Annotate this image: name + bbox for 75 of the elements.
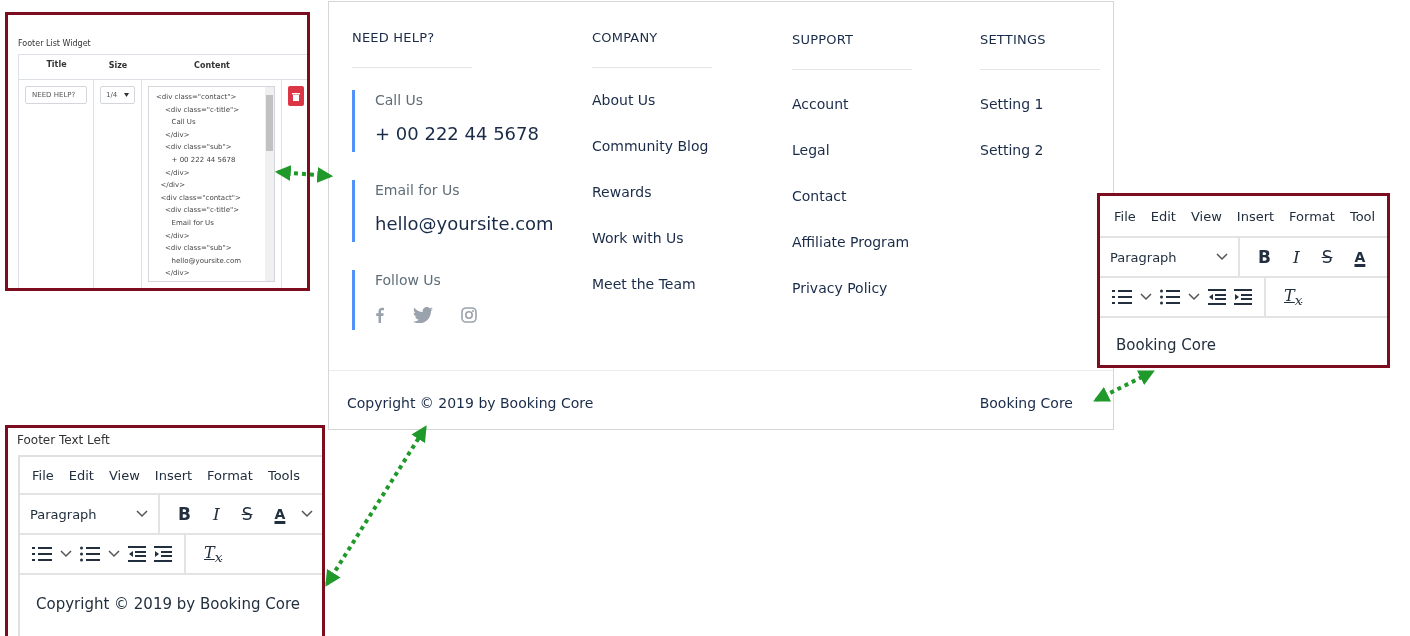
panel-title: Footer List Widget xyxy=(18,39,92,48)
menu-item[interactable]: View xyxy=(1190,208,1222,224)
block-format-dropdown[interactable]: Paragraph xyxy=(1110,249,1228,265)
chevron-icon[interactable] xyxy=(301,510,314,518)
field-label: Footer Text Left xyxy=(17,433,111,447)
chevron-icon[interactable] xyxy=(1188,293,1200,301)
outdent-icon[interactable] xyxy=(128,546,146,562)
menu-item[interactable]: Insert xyxy=(1236,208,1275,224)
menu-item[interactable]: Format xyxy=(207,467,253,483)
format-button[interactable]: A xyxy=(1348,249,1372,265)
column-heading: NEED HELP? xyxy=(352,30,436,47)
menu-item[interactable]: File xyxy=(1114,208,1136,224)
menu-item[interactable]: Edit xyxy=(1150,208,1176,224)
menu-item[interactable]: Tool xyxy=(1349,208,1376,224)
indent-icon[interactable] xyxy=(154,546,172,562)
format-button[interactable]: B xyxy=(172,504,197,524)
column-header: Size xyxy=(107,60,129,72)
footer-link[interactable]: About Us xyxy=(592,90,792,110)
clear-formatting-button[interactable]: T$_{x}$ xyxy=(198,542,229,566)
bird-icon[interactable] xyxy=(413,307,433,323)
editor-content[interactable]: Booking Core xyxy=(1100,318,1387,365)
format-button[interactable]: I xyxy=(1286,247,1306,267)
footer-link[interactable]: Account xyxy=(792,94,980,114)
bullet-list-icon[interactable] xyxy=(80,546,100,562)
block-format-dropdown[interactable]: Paragraph xyxy=(30,506,148,522)
menu-item[interactable]: Edit xyxy=(68,467,94,483)
delete-button[interactable] xyxy=(288,86,304,106)
dropdown-arrow-icon xyxy=(123,93,129,98)
footer-link[interactable]: Setting 1 xyxy=(980,94,1100,114)
column-heading: COMPANY xyxy=(592,30,659,47)
format-button[interactable]: B xyxy=(1252,247,1277,267)
footer-link[interactable]: Privacy Policy xyxy=(792,278,980,298)
indent-icon[interactable] xyxy=(1234,289,1252,305)
footer-link[interactable]: Meet the Team xyxy=(592,274,792,294)
connector-arrow xyxy=(1093,370,1155,402)
format-button[interactable]: S xyxy=(235,504,259,524)
chevron-icon xyxy=(136,510,148,518)
footer-link[interactable]: Setting 2 xyxy=(980,140,1100,160)
editor-content[interactable]: Copyright © 2019 by Booking Core xyxy=(20,575,322,636)
contact-label: Call Us xyxy=(375,91,425,110)
footer-link[interactable]: Rewards xyxy=(592,182,792,202)
format-button[interactable]: A xyxy=(268,506,292,522)
menu-item[interactable]: Format xyxy=(1289,208,1335,224)
footer-link[interactable]: Affiliate Program xyxy=(792,232,980,252)
bullet-list-icon[interactable] xyxy=(1160,289,1180,305)
chevron-icon xyxy=(1216,253,1228,261)
contact-label: Email for Us xyxy=(375,181,461,200)
menu-item[interactable]: Insert xyxy=(154,467,193,483)
chevron-icon[interactable] xyxy=(60,550,72,558)
menu-item[interactable]: File xyxy=(32,467,54,483)
column-header: Content xyxy=(193,60,231,72)
copyright-text: Copyright © 2019 by Booking Core xyxy=(347,395,594,411)
facebook-icon[interactable] xyxy=(375,307,385,323)
contact-value: hello@yoursite.com xyxy=(375,212,555,236)
outdent-icon[interactable] xyxy=(1208,289,1226,305)
column-heading: SETTINGS xyxy=(980,32,1047,49)
footer-link[interactable]: Legal xyxy=(792,140,980,160)
footer-right-text: Booking Core xyxy=(979,395,1073,411)
footer-link[interactable]: Community Blog xyxy=(592,136,792,156)
clear-formatting-button[interactable]: T$_{x}$ xyxy=(1278,285,1309,309)
contact-value: + 00 222 44 5678 xyxy=(375,122,540,146)
chevron-icon[interactable] xyxy=(1140,293,1152,301)
menu-item[interactable]: Tools xyxy=(267,467,300,483)
chevron-icon[interactable] xyxy=(108,550,120,558)
contact-label: Follow Us xyxy=(375,271,442,290)
format-button[interactable]: S xyxy=(1315,247,1339,267)
column-heading: SUPPORT xyxy=(792,32,855,49)
footer-link[interactable]: Work with Us xyxy=(592,228,792,248)
column-header: Title xyxy=(45,59,68,71)
connector-arrow xyxy=(274,165,334,183)
menu-item[interactable]: View xyxy=(108,467,140,483)
camera-icon[interactable] xyxy=(461,307,477,323)
footer-link[interactable]: Contact xyxy=(792,186,980,206)
format-button[interactable]: I xyxy=(206,504,226,524)
trash-icon xyxy=(292,91,300,101)
